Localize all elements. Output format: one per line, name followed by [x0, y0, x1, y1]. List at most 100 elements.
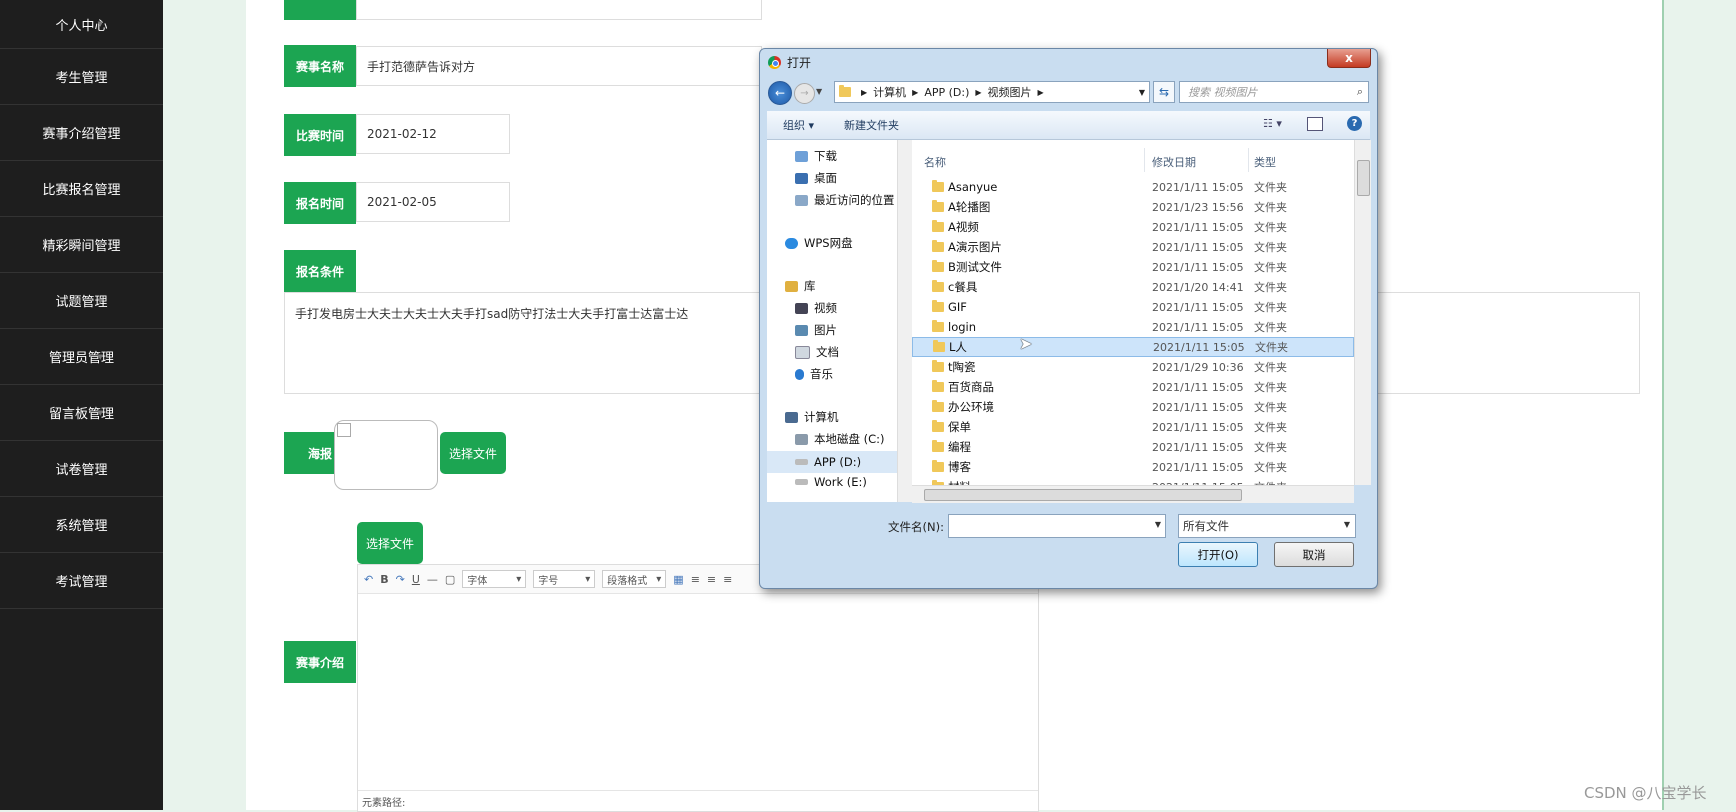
- nav-item-videos[interactable]: 视频: [795, 300, 837, 316]
- scroll-thumb[interactable]: [924, 489, 1242, 501]
- undo-icon[interactable]: ↶: [364, 573, 373, 586]
- forward-button[interactable]: →: [794, 83, 815, 104]
- nav-item-downloads[interactable]: 下载: [795, 148, 837, 164]
- file-row[interactable]: Asanyue 2021/1/11 15:05 文件夹: [912, 177, 1354, 197]
- table-icon[interactable]: ▦: [673, 573, 683, 586]
- size-select[interactable]: 字号 ▾: [533, 570, 596, 588]
- file-row[interactable]: GIF 2021/1/11 15:05 文件夹: [912, 297, 1354, 317]
- file-row[interactable]: A轮播图 2021/1/23 15:56 文件夹: [912, 197, 1354, 217]
- breadcrumb-folder[interactable]: 视频图片: [988, 84, 1032, 100]
- breadcrumb-drive[interactable]: APP (D:): [924, 86, 969, 99]
- sidebar-item[interactable]: 赛事介绍管理 ▼: [0, 105, 163, 161]
- sidebar-item[interactable]: 留言板管理 ▼: [0, 385, 163, 441]
- file-row[interactable]: 保单 2021/1/11 15:05 文件夹: [912, 417, 1354, 437]
- search-icon[interactable]: ⌕: [1357, 85, 1363, 99]
- file-row[interactable]: A演示图片 2021/1/11 15:05 文件夹: [912, 237, 1354, 257]
- column-date-header[interactable]: 修改日期: [1152, 154, 1196, 170]
- align-center-icon[interactable]: ≡: [707, 573, 716, 586]
- refresh-button[interactable]: ⇆: [1153, 81, 1175, 103]
- file-row[interactable]: login 2021/1/11 15:05 文件夹: [912, 317, 1354, 337]
- chevron-right-icon: ▶: [861, 87, 868, 97]
- file-row[interactable]: t陶瓷 2021/1/29 10:36 文件夹: [912, 357, 1354, 377]
- preview-pane-icon[interactable]: [1307, 117, 1323, 131]
- column-name-header[interactable]: 名称: [924, 154, 946, 170]
- close-button[interactable]: x: [1327, 49, 1371, 68]
- underline-icon[interactable]: U: [412, 573, 420, 586]
- navigation-pane: 下载 桌面 最近访问的位置 WPS网盘 库 视频 图片 文档 音乐 计算机 本地…: [767, 140, 898, 502]
- rich-text-editor[interactable]: ↶ B ↷ U — ▢ 字体 ▾ 字号 ▾ 段落格式 ▾ ▦ ≡ ≡ ≡ 元素路径:: [357, 564, 1039, 812]
- chevron-down-icon[interactable]: ▼: [1155, 520, 1161, 529]
- nav-item-drive-e[interactable]: Work (E:): [795, 475, 867, 489]
- breadcrumb-computer[interactable]: 计算机: [873, 84, 906, 100]
- chevron-down-icon[interactable]: ▼: [1139, 88, 1145, 97]
- nav-item-recent[interactable]: 最近访问的位置: [795, 192, 895, 208]
- sidebar-item[interactable]: 精彩瞬间管理 ▼: [0, 217, 163, 273]
- file-row[interactable]: 百货商品 2021/1/11 15:05 文件夹: [912, 377, 1354, 397]
- view-options-icon[interactable]: ☷ ▾: [1263, 117, 1282, 130]
- sidebar-item[interactable]: 考试管理 ▼: [0, 553, 163, 609]
- sidebar-item[interactable]: 个人中心 ▼: [0, 0, 163, 49]
- nav-item-pictures[interactable]: 图片: [795, 322, 837, 338]
- nav-item-music[interactable]: 音乐: [795, 366, 833, 382]
- cancel-button[interactable]: 取消: [1274, 542, 1354, 567]
- event-name-field[interactable]: 手打范德萨告诉对方: [356, 46, 762, 86]
- document-icon[interactable]: ▢: [445, 573, 455, 586]
- paragraph-select[interactable]: 段落格式 ▾: [602, 570, 667, 588]
- back-button[interactable]: ←: [768, 81, 792, 105]
- sidebar-item[interactable]: 系统管理 ▼: [0, 497, 163, 553]
- redo-icon[interactable]: ↷: [396, 573, 405, 586]
- sidebar-item[interactable]: 试卷管理 ▼: [0, 441, 163, 497]
- nav-item-libraries[interactable]: 库: [785, 278, 816, 294]
- file-row[interactable]: 办公环境 2021/1/11 15:05 文件夹: [912, 397, 1354, 417]
- poster-preview: [334, 420, 438, 490]
- column-divider: [1248, 148, 1249, 172]
- file-list-vscrollbar[interactable]: [1354, 140, 1371, 485]
- nav-label: 下载: [814, 149, 837, 163]
- poster-choose-file-button[interactable]: 选择文件: [440, 432, 506, 474]
- sidebar-item[interactable]: 考生管理 ▼: [0, 49, 163, 105]
- file-list-hscrollbar[interactable]: [912, 485, 1354, 503]
- horizontal-rule-icon[interactable]: —: [427, 573, 438, 586]
- file-row[interactable]: 编程 2021/1/11 15:05 文件夹: [912, 437, 1354, 457]
- recent-locations-dropdown[interactable]: ▼: [816, 87, 822, 96]
- sidebar-item[interactable]: 管理员管理 ▼: [0, 329, 163, 385]
- intro-choose-file-button[interactable]: 选择文件: [357, 522, 423, 564]
- new-folder-button[interactable]: 新建文件夹: [844, 117, 899, 133]
- nav-pane-scrollbar[interactable]: [897, 140, 912, 502]
- align-left-icon[interactable]: ≡: [691, 573, 700, 586]
- mouse-cursor-icon: ➤: [1019, 334, 1033, 353]
- nav-label: 图片: [814, 323, 837, 337]
- nav-item-desktop[interactable]: 桌面: [795, 170, 837, 186]
- filename-input[interactable]: ▼: [948, 514, 1166, 538]
- search-input[interactable]: 搜索 视频图片 ⌕: [1179, 81, 1369, 103]
- column-type-header[interactable]: 类型: [1254, 154, 1276, 170]
- folder-icon: [932, 220, 944, 232]
- chevron-down-icon: ▼: [97, 128, 103, 137]
- nav-item-drive-d[interactable]: APP (D:): [767, 451, 897, 473]
- match-time-field[interactable]: 2021-02-12: [356, 114, 510, 154]
- file-row[interactable]: c餐具 2021/1/20 14:41 文件夹: [912, 277, 1354, 297]
- font-select[interactable]: 字体 ▾: [462, 570, 527, 588]
- scroll-thumb[interactable]: [1357, 160, 1370, 196]
- file-type: 文件夹: [1254, 241, 1287, 254]
- sidebar-item[interactable]: 试题管理 ▼: [0, 273, 163, 329]
- file-row[interactable]: B测试文件 2021/1/11 15:05 文件夹: [912, 257, 1354, 277]
- address-bar[interactable]: ▶ 计算机 ▶ APP (D:) ▶ 视频图片 ▶ ▼: [834, 81, 1150, 103]
- organize-button[interactable]: 组织 ▾: [783, 117, 814, 133]
- help-icon[interactable]: ?: [1347, 116, 1362, 131]
- file-type: 文件夹: [1254, 381, 1287, 394]
- file-row[interactable]: L人 2021/1/11 15:05 文件夹: [912, 337, 1354, 357]
- align-right-icon[interactable]: ≡: [723, 573, 732, 586]
- signup-time-field[interactable]: 2021-02-05: [356, 182, 510, 222]
- file-row[interactable]: A视频 2021/1/11 15:05 文件夹: [912, 217, 1354, 237]
- open-button[interactable]: 打开(O): [1178, 542, 1258, 567]
- nav-item-documents[interactable]: 文档: [795, 344, 839, 360]
- nav-item-wps[interactable]: WPS网盘: [785, 235, 853, 251]
- file-row[interactable]: 博客 2021/1/11 15:05 文件夹: [912, 457, 1354, 477]
- bold-icon[interactable]: B: [380, 573, 388, 586]
- sidebar-item[interactable]: 比赛报名管理 ▼: [0, 161, 163, 217]
- event-no-field[interactable]: [356, 0, 762, 20]
- nav-item-computer[interactable]: 计算机: [785, 409, 839, 425]
- filetype-select[interactable]: 所有文件 ▼: [1178, 514, 1356, 538]
- nav-item-drive-c[interactable]: 本地磁盘 (C:): [795, 431, 885, 447]
